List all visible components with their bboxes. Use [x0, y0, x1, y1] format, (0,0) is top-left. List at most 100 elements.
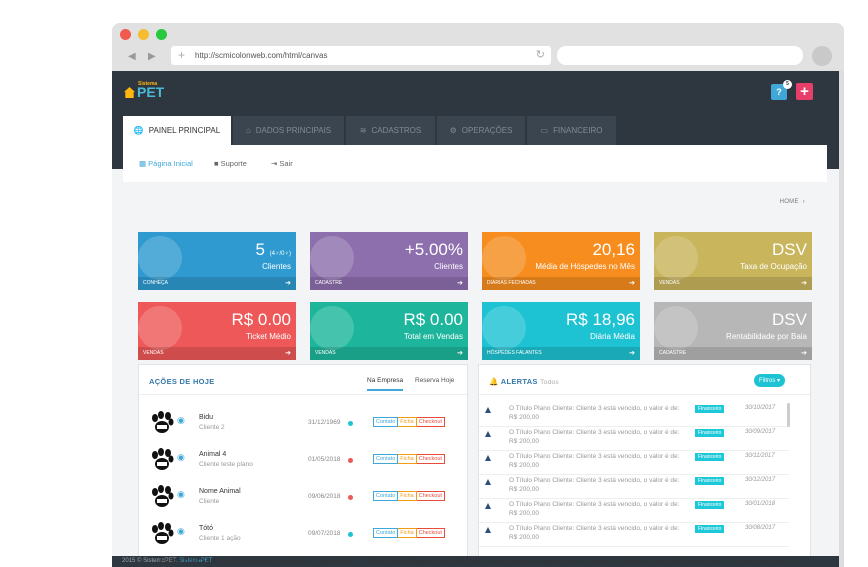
- tab-operacoes[interactable]: ⚙ OPERAÇÕES: [437, 116, 525, 145]
- stat-card[interactable]: R$ 0.00 Ticket Médio VENDAS ➔: [138, 302, 296, 360]
- card-background-icon: [482, 236, 526, 280]
- stat-card[interactable]: 5 (4♂/0♀) Clientes CONHEÇA ➔: [138, 232, 296, 290]
- stat-card[interactable]: +5.00% Clientes CADASTRE ➔: [310, 232, 468, 290]
- globe-icon: 🌐: [133, 126, 144, 135]
- alert-item[interactable]: O Título Plano Cliente: Cliente 3 está v…: [479, 523, 789, 547]
- back-icon[interactable]: ◀: [128, 51, 136, 62]
- contato-button[interactable]: Contato: [373, 528, 399, 538]
- alert-text: O Título Plano Cliente: Cliente 3 está v…: [509, 453, 680, 469]
- card-footer-label: DIÁRIAS FECHADAS: [487, 280, 536, 286]
- ficha-button[interactable]: Ficha: [398, 454, 417, 464]
- card-footer[interactable]: VENDAS ➔: [310, 347, 468, 360]
- stat-card[interactable]: 20,16 Média de Hóspedes no Mês DIÁRIAS F…: [482, 232, 640, 290]
- card-footer[interactable]: DIÁRIAS FECHADAS ➔: [482, 277, 640, 290]
- card-footer-label: VENDAS: [143, 350, 164, 356]
- alert-item[interactable]: O Título Plano Cliente: Cliente 3 está v…: [479, 451, 789, 475]
- tab-label: CADASTROS: [371, 126, 422, 135]
- checkout-button[interactable]: Checkout: [416, 454, 445, 464]
- pet-name[interactable]: Bidu: [199, 414, 213, 421]
- checkout-button[interactable]: Checkout: [416, 528, 445, 538]
- reload-icon[interactable]: ↻: [536, 46, 545, 65]
- alertas-scrollbar[interactable]: [787, 403, 790, 427]
- alert-badge: Financeiro: [695, 429, 725, 437]
- contato-button[interactable]: Contato: [373, 417, 399, 427]
- pet-owner: Cliente: [199, 498, 220, 505]
- help-badge: 5: [783, 80, 792, 89]
- forward-icon[interactable]: ▶: [148, 51, 156, 62]
- pet-name[interactable]: Nome Animal: [199, 488, 241, 495]
- card-footer[interactable]: CADASTRE ➔: [310, 277, 468, 290]
- tab-reserva-hoje[interactable]: Reserva Hoje: [415, 377, 454, 384]
- tag-icon: ⌂: [245, 126, 251, 135]
- ficha-button[interactable]: Ficha: [398, 417, 417, 427]
- stat-card[interactable]: DSV Taxa de Ocupação VENDAS ➔: [654, 232, 812, 290]
- ficha-button[interactable]: Ficha: [398, 491, 417, 501]
- close-window-button[interactable]: [120, 29, 131, 40]
- subnav-pagina-inicial[interactable]: ▦ Página Inicial: [139, 159, 193, 168]
- contato-button[interactable]: Contato: [373, 454, 399, 464]
- tab-painel-principal[interactable]: 🌐 PAINEL PRINCIPAL: [123, 116, 231, 145]
- alert-item[interactable]: O Título Plano Cliente: Cliente 3 está v…: [479, 427, 789, 451]
- subnav-sair[interactable]: ⇥ Sair: [271, 159, 293, 168]
- arrow-right-icon: ➔: [457, 350, 463, 357]
- tab-dados-principais[interactable]: ⌂ DADOS PRINCIPAIS: [233, 116, 344, 145]
- card-label: Total em Vendas: [403, 332, 463, 341]
- tab-na-empresa[interactable]: Na Empresa: [367, 377, 404, 391]
- eye-icon[interactable]: ◉: [177, 489, 185, 500]
- subnav-suporte[interactable]: ■ Suporte: [214, 159, 247, 168]
- browser-window: ◀ ▶ + http://scmicolonweb.com/html/canva…: [112, 23, 844, 567]
- card-footer[interactable]: CADASTRE ➔: [654, 347, 812, 360]
- alert-item[interactable]: O Título Plano Cliente: Cliente 3 está v…: [479, 475, 789, 499]
- eye-icon[interactable]: ◉: [177, 415, 185, 426]
- address-bar[interactable]: + http://scmicolonweb.com/html/canvas ↻: [171, 46, 551, 65]
- card-footer[interactable]: HÓSPEDES FALANTES ➔: [482, 347, 640, 360]
- pet-name[interactable]: Tótó: [199, 525, 213, 532]
- row-actions: Contato Ficha Checkout: [373, 417, 445, 427]
- checkout-button[interactable]: Checkout: [416, 491, 445, 501]
- dashboard-content: HOME › 5 (4♂/0♀) Clientes CONHEÇA ➔ +5.00…: [123, 182, 827, 567]
- acoes-panel: AÇÕES DE HOJE Na Empresa Reserva Hoje ◉ …: [138, 364, 468, 567]
- stat-card[interactable]: R$ 18,96 Diária Média HÓSPEDES FALANTES ➔: [482, 302, 640, 360]
- money-icon: ▭: [540, 126, 549, 135]
- paw-logo-icon: [152, 448, 174, 470]
- stat-card[interactable]: R$ 0.00 Total em Vendas VENDAS ➔: [310, 302, 468, 360]
- table-row: ◉ Nome Animal Cliente 09/06/2018 Contato…: [139, 481, 467, 518]
- ficha-button[interactable]: Ficha: [398, 528, 417, 538]
- help-button[interactable]: ? 5: [771, 80, 792, 100]
- maximize-window-button[interactable]: [156, 29, 167, 40]
- checkout-button[interactable]: Checkout: [416, 417, 445, 427]
- eye-icon[interactable]: ◉: [177, 452, 185, 463]
- browser-menu-button[interactable]: [812, 46, 832, 66]
- card-footer-label: CADASTRE: [315, 280, 343, 286]
- card-value: +5.00%: [404, 240, 463, 259]
- filtros-button[interactable]: Filtros ▾: [754, 374, 786, 387]
- add-button[interactable]: +: [796, 83, 813, 100]
- table-row: ◉ Tótó Cliente 1 ação 09/07/2018 Contato…: [139, 518, 467, 555]
- sub-navigation: ▦ Página Inicial ■ Suporte ⇥ Sair: [123, 145, 827, 182]
- contato-button[interactable]: Contato: [373, 491, 399, 501]
- pet-name[interactable]: Animal 4: [199, 451, 226, 458]
- card-footer[interactable]: VENDAS ➔: [654, 277, 812, 290]
- alert-badge: Financeiro: [695, 453, 725, 461]
- card-footer[interactable]: VENDAS ➔: [138, 347, 296, 360]
- tab-cadastros[interactable]: ≋ CADASTROS: [346, 116, 435, 145]
- card-background-icon: [654, 306, 698, 350]
- alert-item[interactable]: O Título Plano Cliente: Cliente 3 está v…: [479, 499, 789, 523]
- eye-icon[interactable]: ◉: [177, 526, 185, 537]
- acoes-title: AÇÕES DE HOJE: [149, 377, 215, 386]
- card-footer[interactable]: CONHEÇA ➔: [138, 277, 296, 290]
- warning-icon: [485, 455, 491, 461]
- layers-icon: ≋: [359, 126, 367, 135]
- card-value: 20,16: [592, 240, 635, 259]
- card-value: 5 (4♂/0♀): [255, 240, 291, 259]
- alert-item[interactable]: O Título Plano Cliente: Cliente 3 está v…: [479, 403, 789, 427]
- minimize-window-button[interactable]: [138, 29, 149, 40]
- card-label: Média de Hóspedes no Mês: [535, 262, 635, 271]
- tab-label: PAINEL PRINCIPAL: [148, 126, 221, 135]
- logo[interactable]: Sistema PET: [124, 81, 164, 100]
- browser-search-field[interactable]: [557, 46, 803, 65]
- alert-date: 30/12/2017: [745, 477, 776, 483]
- tab-financeiro[interactable]: ▭ FINANCEIRO: [527, 116, 616, 145]
- stat-card[interactable]: DSV Rentabilidade por Baia CADASTRE ➔: [654, 302, 812, 360]
- breadcrumb-home[interactable]: HOME: [780, 199, 799, 205]
